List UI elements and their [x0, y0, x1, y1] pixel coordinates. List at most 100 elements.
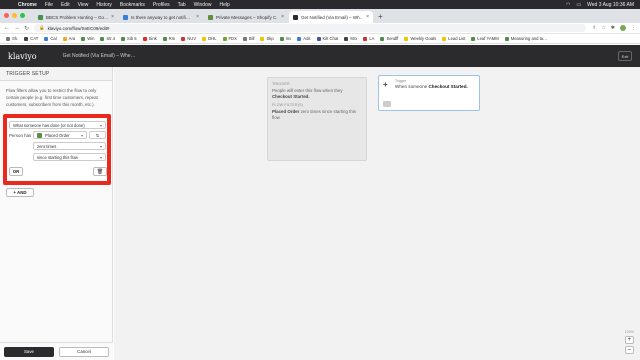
minimize-window-icon[interactable]: [12, 13, 17, 18]
tab-title: BBCS Problem Hunting – Go…: [46, 14, 109, 20]
bookmark-item[interactable]: Skp: [260, 36, 274, 41]
save-button[interactable]: Save: [4, 346, 54, 357]
bookmark-item[interactable]: Ads: [297, 36, 311, 41]
menu-bookmarks[interactable]: Bookmarks: [120, 2, 145, 8]
bookmark-item[interactable]: Ara: [62, 36, 75, 41]
zoom-controls: 100% + –: [625, 330, 634, 354]
menu-history[interactable]: History: [96, 2, 112, 8]
bookmark-item[interactable]: Bill: [242, 36, 254, 41]
delete-filter-button[interactable]: 🗑: [93, 167, 107, 176]
share-icon[interactable]: ⇪: [592, 25, 596, 31]
close-tab-icon[interactable]: ×: [196, 14, 199, 20]
bookmark-item[interactable]: NUV: [181, 36, 196, 41]
metric-options-button[interactable]: ⇅: [89, 131, 106, 139]
bookmark-item[interactable]: Cal: [44, 36, 57, 41]
bookmark-item[interactable]: Sib 5: [121, 36, 137, 41]
close-tab-icon[interactable]: ×: [366, 14, 369, 20]
menu-help[interactable]: Help: [219, 2, 229, 8]
tab-favicon-icon: [208, 14, 213, 20]
condition-select[interactable]: What someone has done (or not done) ▾: [9, 121, 106, 129]
new-tab-icon[interactable]: +: [378, 11, 383, 23]
extensions-icon[interactable]: ✱: [611, 25, 615, 31]
zoom-out-button[interactable]: –: [624, 346, 634, 354]
close-tab-icon[interactable]: ×: [281, 14, 284, 20]
plus-icon: +: [383, 80, 388, 89]
flow-canvas[interactable]: TRIGGER People will enter this flow when…: [114, 67, 640, 360]
bookmark-item[interactable]: Weekly Goals: [404, 36, 436, 41]
more-menu-icon[interactable]: ⋮: [631, 25, 636, 31]
chevron-down-icon: ▾: [99, 154, 102, 160]
menu-tab[interactable]: Tab: [178, 2, 186, 8]
chevron-down-icon: ▾: [80, 132, 83, 138]
bookmark-item[interactable]: Sendff: [380, 36, 398, 41]
close-tab-icon[interactable]: ×: [111, 14, 114, 20]
sidebar-description: Flow filters allow you to restrict the f…: [6, 88, 98, 107]
tab-get-notified[interactable]: Get Notified (Via Email) – Wh… ×: [289, 11, 373, 23]
timeframe-select[interactable]: since starting this flow ▾: [33, 153, 106, 161]
tab-title: Is there anyway to get notifi…: [131, 14, 191, 20]
menu-view[interactable]: View: [78, 2, 89, 8]
node-type-label: Trigger: [395, 79, 407, 83]
bookmark-item[interactable]: FDX: [222, 36, 237, 41]
trigger-summary-card[interactable]: TRIGGER People will enter this flow when…: [267, 77, 367, 161]
forward-icon[interactable]: →: [14, 25, 20, 31]
tab-title: Get Notified (Via Email) – Wh…: [301, 14, 364, 20]
sidebar-footer: Save Cancel: [0, 342, 113, 360]
operator-select[interactable]: zero times ▾: [33, 142, 106, 150]
metric-select[interactable]: Placed Order ▾: [33, 131, 87, 139]
back-icon[interactable]: ←: [4, 25, 10, 31]
close-window-icon[interactable]: [4, 13, 9, 18]
klaviyo-header: klaviyo Get Notified (Via Email) – Whe… …: [0, 45, 640, 67]
klaviyo-logo[interactable]: klaviyo: [8, 52, 37, 61]
bookmark-item[interactable]: Sink: [142, 36, 157, 41]
tab-favicon-icon: [123, 14, 128, 20]
profile-avatar[interactable]: [620, 25, 626, 31]
bookmark-item[interactable]: Inv: [279, 36, 291, 41]
trigger-node[interactable]: + Trigger When someone Checkout Started.: [378, 75, 480, 111]
tab-bbcs[interactable]: BBCS Problem Hunting – Go… ×: [34, 11, 118, 23]
bookmark-item[interactable]: DHL: [202, 36, 217, 41]
bookmark-item[interactable]: Kilt Chat: [316, 36, 338, 41]
star-icon[interactable]: ☆: [601, 25, 605, 31]
tab-title: Private Messages – Shopify C…: [216, 14, 279, 20]
bookmark-item[interactable]: LA: [363, 36, 374, 41]
bookmark-item[interactable]: Rm: [162, 36, 175, 41]
filter-options-icon: ⇅: [95, 132, 100, 138]
bookmark-item[interactable]: Leaf YAMM: [471, 36, 499, 41]
flow-filter-group: What someone has done (or not done) ▾ Pe…: [3, 114, 111, 185]
bookmark-item[interactable]: Sh.: [6, 36, 18, 41]
shopify-icon: [37, 132, 42, 138]
menu-profiles[interactable]: Profiles: [153, 2, 170, 8]
url-input[interactable]: 🔒 klaviyo.com/flow/SnEC09/edit#: [34, 24, 587, 32]
flow-name: Get Notified (Via Email) – Whe…: [62, 53, 136, 59]
tab-notifications-question[interactable]: Is there anyway to get notifi… ×: [119, 11, 203, 23]
trash-icon: 🗑: [96, 168, 104, 175]
bookmark-item[interactable]: Str.4: [100, 36, 115, 41]
clock[interactable]: Wed 3 Aug 10:36 AM: [587, 2, 634, 8]
wifi-icon[interactable]: ◠: [566, 2, 570, 8]
menu-window[interactable]: Window: [194, 2, 212, 8]
tab-strip: BBCS Problem Hunting – Go… × Is there an…: [0, 9, 640, 23]
battery-icon[interactable]: ▭: [576, 2, 581, 8]
menu-file[interactable]: File: [45, 2, 53, 8]
bookmark-item[interactable]: Lead List: [442, 36, 465, 41]
reload-icon[interactable]: ↻: [24, 25, 29, 32]
maximize-window-icon[interactable]: [20, 13, 25, 18]
or-button[interactable]: OR: [9, 167, 23, 176]
tab-favicon-icon: [38, 14, 43, 20]
zoom-in-button[interactable]: +: [624, 336, 634, 344]
tab-private-messages[interactable]: Private Messages – Shopify C… ×: [204, 11, 288, 23]
cancel-button[interactable]: Cancel: [59, 346, 109, 357]
lock-icon[interactable]: 🔒: [39, 25, 45, 31]
bookmark-item[interactable]: Mrx: [344, 36, 357, 41]
node-description: When someone Checkout Started.: [395, 84, 468, 89]
bookmark-item[interactable]: CAT: [24, 36, 38, 41]
node-details-icon: [383, 101, 391, 107]
menu-app[interactable]: Chrome: [18, 2, 37, 8]
and-button[interactable]: + AND: [6, 188, 34, 197]
bookmark-item[interactable]: Win: [81, 36, 94, 41]
bookmark-item[interactable]: Measuring and ta…: [504, 36, 547, 41]
exit-button[interactable]: Exit: [618, 51, 632, 61]
menu-edit[interactable]: Edit: [61, 2, 70, 8]
zoom-level: 100%: [624, 330, 634, 334]
